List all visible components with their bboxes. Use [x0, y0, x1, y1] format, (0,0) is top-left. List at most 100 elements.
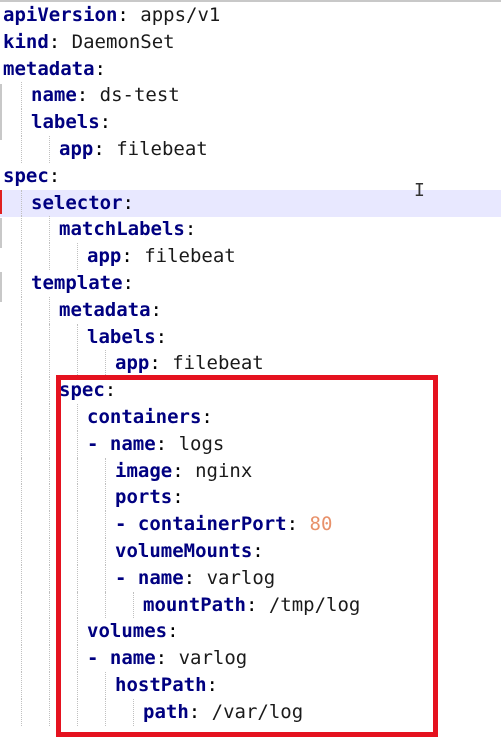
indent-guide — [77, 698, 79, 726]
gutter-marker — [0, 190, 2, 214]
code-line[interactable]: path: /var/log — [0, 699, 501, 726]
code-line[interactable]: app: filebeat — [0, 243, 501, 270]
code-line-content: template: — [31, 270, 134, 297]
indent-guide — [21, 645, 23, 672]
yaml-colon: : — [99, 111, 112, 134]
indent-guide — [105, 457, 107, 485]
code-line[interactable]: metadata: — [0, 56, 501, 83]
yaml-colon: : — [245, 593, 258, 616]
indent-guide — [49, 430, 51, 458]
yaml-key: containerPort — [137, 513, 287, 536]
code-line-content: containers: — [87, 404, 213, 431]
indent-guide — [49, 377, 51, 404]
indent-guide — [21, 404, 23, 431]
yaml-colon: : — [188, 700, 201, 723]
yaml-key: name — [109, 432, 156, 455]
code-line[interactable]: - containerPort: 80 — [0, 511, 501, 538]
code-line[interactable]: volumeMounts: — [0, 538, 501, 565]
yaml-colon: : — [167, 620, 179, 643]
indent-guide — [49, 645, 51, 672]
list-dash: - — [115, 513, 138, 536]
yaml-key: app — [115, 352, 150, 375]
indent-guide — [77, 618, 79, 646]
indent-guide — [49, 296, 51, 324]
yaml-value: filebeat — [144, 245, 236, 268]
indent-guide — [21, 82, 23, 110]
code-line[interactable]: ports: — [0, 484, 501, 511]
yaml-value: varlog — [178, 647, 248, 670]
indent-guide — [77, 430, 79, 458]
yaml-key: template — [31, 272, 123, 294]
indent-guide — [49, 538, 51, 565]
code-line-content: metadata: — [3, 56, 106, 83]
yaml-key: name — [109, 647, 156, 670]
yaml-key: mountPath — [143, 593, 246, 616]
code-line[interactable]: app: filebeat — [0, 350, 501, 377]
code-line[interactable]: - name: logs — [0, 431, 501, 458]
code-line[interactable]: template: — [0, 270, 501, 297]
yaml-value: 80 — [309, 513, 333, 536]
code-line[interactable]: labels: — [0, 109, 501, 136]
code-editor[interactable]: apiVersion: apps/v1 kind: DaemonSet metada… — [0, 0, 501, 743]
code-line[interactable]: mountPath: /tmp/log — [0, 592, 501, 619]
code-line[interactable]: apiVersion: apps/v1 — [0, 2, 501, 29]
indent-guide — [105, 350, 107, 378]
yaml-colon: : — [48, 164, 61, 187]
yaml-value: varlog — [206, 566, 276, 589]
yaml-key: spec — [3, 164, 49, 187]
yaml-value: logs — [178, 432, 225, 455]
gutter-marker — [0, 218, 2, 248]
yaml-value: filebeat — [116, 138, 208, 160]
code-line[interactable]: containers: — [0, 404, 501, 431]
indent-guide — [49, 323, 51, 351]
code-line[interactable]: volumes: — [0, 618, 501, 645]
code-line[interactable]: labels: — [0, 324, 501, 351]
yaml-key: volumeMounts — [115, 540, 253, 562]
yaml-key: kind — [3, 30, 49, 53]
gutter-marker — [0, 272, 2, 302]
code-line-content: app: filebeat — [59, 136, 208, 163]
code-line[interactable]: name: ds-test — [0, 82, 501, 109]
code-line[interactable]: - name: varlog — [0, 565, 501, 592]
gutter-marker — [0, 84, 2, 140]
indent-guide — [21, 216, 23, 244]
yaml-key: apiVersion — [3, 4, 118, 26]
yaml-key: path — [143, 700, 189, 723]
indent-guide — [21, 243, 23, 270]
yaml-colon: : — [93, 138, 105, 160]
indent-guide — [21, 484, 23, 512]
indent-guide — [105, 484, 107, 512]
code-line-content: labels: — [31, 109, 111, 136]
yaml-key: labels — [31, 111, 100, 134]
code-line[interactable]: image: nginx — [0, 458, 501, 485]
indent-guide — [21, 698, 23, 726]
yaml-key: selector — [31, 191, 123, 214]
yaml-key: name — [31, 84, 77, 107]
code-line[interactable]: - name: varlog — [0, 645, 501, 672]
indent-guide — [49, 457, 51, 485]
yaml-value: /var/log — [211, 700, 304, 723]
yaml-value: /tmp/log — [268, 593, 361, 616]
code-line[interactable]: metadata: — [0, 297, 501, 324]
indent-guide — [77, 243, 79, 270]
indent-guide — [105, 564, 107, 592]
yaml-colon: : — [252, 540, 264, 562]
yaml-colon: : — [122, 272, 134, 294]
indent-guide — [21, 109, 23, 136]
yaml-colon: : — [184, 218, 197, 241]
code-line[interactable]: spec: — [0, 377, 501, 404]
code-line-content: - containerPort: 80 — [115, 511, 332, 538]
yaml-value: ds-test — [99, 84, 180, 107]
code-line-content: image: nginx — [115, 458, 252, 485]
yaml-key: app — [87, 245, 122, 268]
code-line[interactable]: matchLabels: — [0, 216, 501, 243]
code-line[interactable]: hostPath: — [0, 672, 501, 699]
indent-guide — [105, 511, 107, 538]
code-line-content: matchLabels: — [59, 216, 196, 243]
yaml-key: containers — [87, 406, 202, 428]
indent-guide — [49, 511, 51, 538]
code-line-content: volumeMounts: — [115, 538, 264, 565]
code-line[interactable]: kind: DaemonSet — [0, 29, 501, 56]
yaml-colon: : — [206, 674, 218, 696]
code-line[interactable]: app: filebeat — [0, 136, 501, 163]
